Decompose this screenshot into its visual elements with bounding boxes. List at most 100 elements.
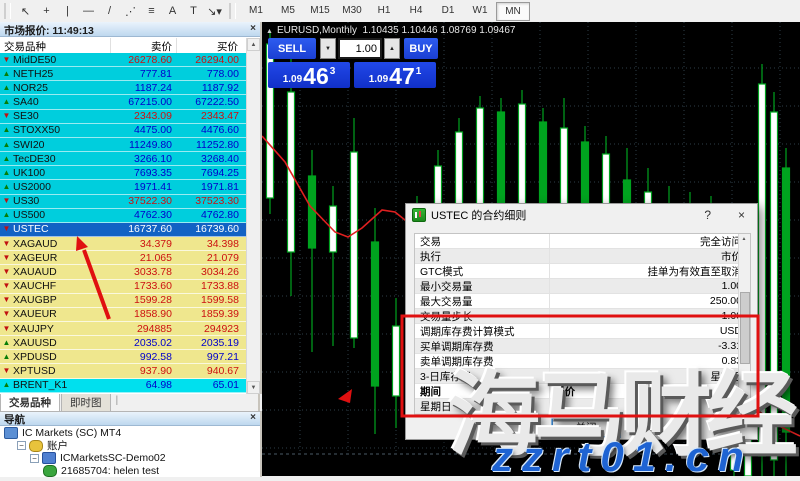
market-row-XAUAUD[interactable]: ▼XAUAUD3033.783034.26	[0, 265, 246, 279]
timeframe-m30[interactable]: M30	[336, 2, 368, 19]
spec-row: 执行市价	[415, 249, 750, 264]
market-row-US30[interactable]: ▼US3037522.3037523.30	[0, 195, 246, 209]
market-row-BRENT_K1[interactable]: ▲BRENT_K164.9865.01	[0, 379, 246, 393]
market-row-US2000[interactable]: ▲US20001971.411971.81	[0, 180, 246, 194]
toolbar-grip[interactable]	[4, 3, 11, 19]
volume-down-stepper[interactable]: ▼	[320, 38, 336, 59]
up-arrow-icon: ▲	[0, 180, 13, 194]
down-arrow-icon: ▼	[0, 237, 13, 251]
market-row-SWI20[interactable]: ▲SWI2011249.8011252.80	[0, 138, 246, 152]
market-row-XAUJPY[interactable]: ▼XAUJPY294885294923	[0, 322, 246, 336]
tree-collapse-icon[interactable]: −	[17, 441, 26, 450]
navigator-item[interactable]: IC Markets (SC) MT4	[0, 427, 258, 440]
column-sell[interactable]: 卖价	[110, 38, 176, 53]
tab-divider: |	[116, 394, 119, 406]
trendline-tool-icon[interactable]: /	[99, 2, 120, 20]
market-row-XAGAUD[interactable]: ▼XAGAUD34.37934.398	[0, 237, 246, 251]
market-watch-scrollbar[interactable]: ▲ ▼	[246, 38, 260, 394]
sell-price-panel[interactable]: 1.09 46 3	[268, 62, 350, 88]
up-arrow-icon: ▲	[0, 350, 13, 364]
navigator-item[interactable]: −ICMarketsSC-Demo02	[0, 452, 258, 465]
market-row-USTEC[interactable]: ▼USTEC16737.6016739.60	[0, 223, 246, 237]
buy-button[interactable]: BUY	[404, 38, 438, 59]
symbol-label: XAUAUD	[13, 266, 108, 278]
one-click-trading-panel: SELL ▼ ▲ BUY 1.09 46 3 1.09 47 1	[268, 38, 438, 88]
chart-collapse-icon[interactable]: ▲	[266, 28, 273, 35]
timeframe-h4[interactable]: H4	[400, 2, 432, 19]
market-row-XPDUSD[interactable]: ▲XPDUSD992.58997.21	[0, 350, 246, 364]
market-row-UK100[interactable]: ▲UK1007693.357694.25	[0, 166, 246, 180]
toolbar-grip-2[interactable]	[229, 3, 236, 19]
market-row-STOXX50[interactable]: ▲STOXX504475.004476.60	[0, 124, 246, 138]
buy-price-panel[interactable]: 1.09 47 1	[354, 62, 436, 88]
sell-button[interactable]: SELL	[268, 38, 316, 59]
dialog-close-icon[interactable]: ×	[738, 208, 745, 222]
dialog-scroll-up-icon[interactable]: ▲	[739, 234, 749, 245]
market-watch-title[interactable]: 市场报价: 11:49:13 ×	[0, 22, 260, 37]
market-row-US500[interactable]: ▲US5004762.304762.80	[0, 209, 246, 223]
market-watch-tabs: 交易品种 即时图 |	[0, 394, 260, 411]
timeframe-d1[interactable]: D1	[432, 2, 464, 19]
market-row-NOR25[interactable]: ▲NOR251187.241187.92	[0, 81, 246, 95]
fibonacci-tool-icon[interactable]: ≡	[141, 2, 162, 20]
navigator-item[interactable]: 21685704: helen test	[0, 465, 258, 478]
volume-input[interactable]	[338, 38, 382, 59]
market-row-SE30[interactable]: ▼SE302343.092343.47	[0, 110, 246, 124]
vertical-line-tool-icon[interactable]: |	[57, 2, 78, 20]
arrows-tool-icon[interactable]: ↘▾	[204, 2, 225, 20]
dialog-titlebar[interactable]: USTEC 的合约细则 ? ×	[406, 204, 757, 226]
timeframe-m1[interactable]: M1	[240, 2, 272, 19]
market-row-MidDE50[interactable]: ▼MidDE5026278.6026294.00	[0, 53, 246, 67]
market-row-XAUCHF[interactable]: ▼XAUCHF1733.601733.88	[0, 280, 246, 294]
navigator-title[interactable]: 导航 ×	[0, 412, 260, 426]
navigator-item[interactable]: −账户	[0, 440, 258, 453]
cursor-tool-icon[interactable]: ↖	[15, 2, 36, 20]
dialog-scroll-thumb[interactable]	[740, 292, 750, 364]
text-label-tool-icon[interactable]: T	[183, 2, 204, 20]
sell-price: 7693.35	[108, 167, 175, 179]
volume-up-stepper[interactable]: ▲	[384, 38, 400, 59]
symbol-label: SE30	[13, 110, 108, 122]
market-row-XAGEUR[interactable]: ▼XAGEUR21.06521.079	[0, 251, 246, 265]
text-tool-icon[interactable]: A	[162, 2, 183, 20]
timeframe-m15[interactable]: M15	[304, 2, 336, 19]
scroll-down-icon[interactable]: ▼	[247, 381, 260, 394]
market-row-XAUGBP[interactable]: ▼XAUGBP1599.281599.58	[0, 294, 246, 308]
account-icon	[43, 465, 57, 477]
market-row-TecDE30[interactable]: ▲TecDE303266.103268.40	[0, 152, 246, 166]
market-row-XAUEUR[interactable]: ▼XAUEUR1858.901859.39	[0, 308, 246, 322]
dialog-help-icon[interactable]: ?	[704, 208, 711, 222]
spec-label: 执行	[415, 249, 550, 264]
timeframe-h1[interactable]: H1	[368, 2, 400, 19]
horizontal-line-tool-icon[interactable]: —	[78, 2, 99, 20]
spec-label: 交易	[415, 234, 550, 249]
buy-price: 21.079	[175, 252, 242, 264]
market-row-SA40[interactable]: ▲SA4067215.0067222.50	[0, 95, 246, 109]
timeframe-w1[interactable]: W1	[464, 2, 496, 19]
timeframe-mn[interactable]: MN	[496, 2, 530, 21]
symbol-label: XAUGBP	[13, 294, 108, 306]
sell-price: 4475.00	[108, 124, 175, 136]
chart-ohlc-values: 1.10435 1.10446 1.08769 1.09467	[363, 25, 516, 36]
symbol-label: XPTUSD	[13, 365, 108, 377]
timeframe-m5[interactable]: M5	[272, 2, 304, 19]
buy-price: 67222.50	[175, 96, 242, 108]
market-watch-panel: 市场报价: 11:49:13 × 交易品种 卖价 买价 ▼MidDE502627…	[0, 22, 262, 394]
column-buy[interactable]: 买价	[176, 38, 242, 53]
accounts-icon	[29, 440, 43, 452]
equidistant-channel-tool-icon[interactable]: ⋰	[120, 2, 141, 20]
navigator-close-icon[interactable]: ×	[250, 412, 256, 423]
up-arrow-icon: ▲	[0, 208, 13, 222]
column-symbol[interactable]: 交易品种	[0, 38, 110, 53]
market-row-XPTUSD[interactable]: ▼XPTUSD937.90940.67	[0, 364, 246, 378]
crosshair-tool-icon[interactable]: +	[36, 2, 57, 20]
buy-price: 37523.30	[175, 195, 242, 207]
buy-price: 997.21	[175, 351, 242, 363]
market-watch-close-icon[interactable]: ×	[250, 23, 256, 34]
tree-collapse-icon[interactable]: −	[30, 454, 39, 463]
market-row-XAUUSD[interactable]: ▲XAUUSD2035.022035.19	[0, 336, 246, 350]
market-row-NETH25[interactable]: ▲NETH25777.81778.00	[0, 67, 246, 81]
sell-price: 1858.90	[108, 308, 175, 320]
scroll-up-icon[interactable]: ▲	[247, 38, 260, 51]
symbol-label: STOXX50	[13, 124, 108, 136]
